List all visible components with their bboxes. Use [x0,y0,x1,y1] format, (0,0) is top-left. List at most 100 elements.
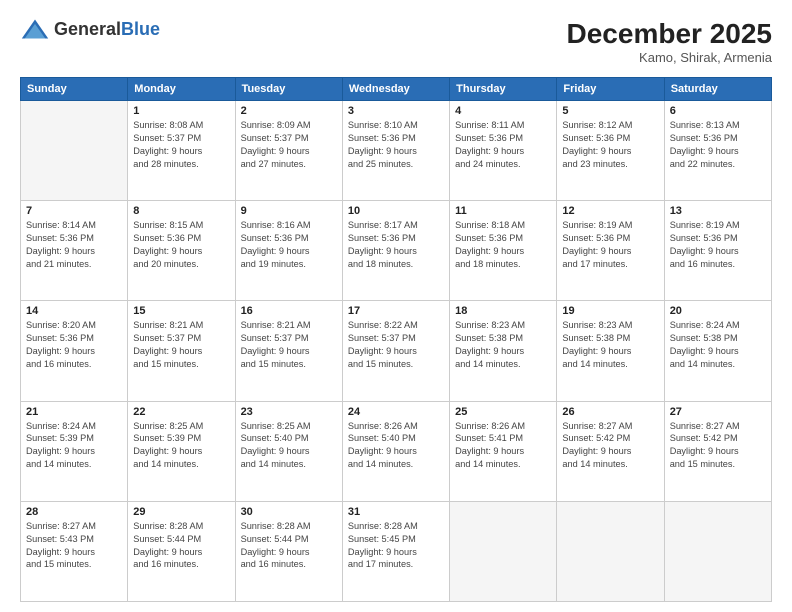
page: GeneralBlue December 2025 Kamo, Shirak, … [0,0,792,612]
day-info: Sunrise: 8:19 AM Sunset: 5:36 PM Dayligh… [670,219,766,271]
day-number: 25 [455,406,551,418]
day-of-week-saturday: Saturday [664,78,771,101]
day-number: 30 [241,506,337,518]
day-number: 28 [26,506,122,518]
calendar-cell: 17 Sunrise: 8:22 AM Sunset: 5:37 PM Dayli… [342,301,449,401]
day-number: 8 [133,205,229,217]
day-number: 2 [241,105,337,117]
calendar-cell: 4Sunrise: 8:11 AM Sunset: 5:36 PM Daylig… [450,101,557,201]
day-number: 3 [348,105,444,117]
day-info: Sunrise: 8:08 AM Sunset: 5:37 PM Dayligh… [133,119,229,171]
day-info: Sunrise: 8:23 AM Sunset: 5:38 PM Dayligh… [455,319,551,371]
location: Kamo, Shirak, Armenia [567,50,772,65]
calendar-cell: 7 Sunrise: 8:14 AM Sunset: 5:36 PM Daylig… [21,201,128,301]
day-info: Sunrise: 8:19 AM Sunset: 5:36 PM Dayligh… [562,219,658,271]
calendar-cell [664,501,771,601]
calendar-cell: 21 Sunrise: 8:24 AM Sunset: 5:39 PM Dayli… [21,401,128,501]
day-info: Sunrise: 8:13 AM Sunset: 5:36 PM Dayligh… [670,119,766,171]
day-info: Sunrise: 8:24 AM Sunset: 5:38 PM Dayligh… [670,319,766,371]
calendar-cell: 22 Sunrise: 8:25 AM Sunset: 5:39 PM Dayli… [128,401,235,501]
calendar-week-row: 21 Sunrise: 8:24 AM Sunset: 5:39 PM Dayli… [21,401,772,501]
calendar-week-row: 1 Sunrise: 8:08 AM Sunset: 5:37 PM Daylig… [21,101,772,201]
day-number: 29 [133,506,229,518]
day-number: 20 [670,305,766,317]
day-info: Sunrise: 8:14 AM Sunset: 5:36 PM Dayligh… [26,219,122,271]
day-number: 9 [241,205,337,217]
day-number: 26 [562,406,658,418]
day-of-week-monday: Monday [128,78,235,101]
calendar-cell: 2Sunrise: 8:09 AM Sunset: 5:37 PM Daylig… [235,101,342,201]
calendar-cell: 11Sunrise: 8:18 AM Sunset: 5:36 PM Dayli… [450,201,557,301]
calendar-cell: 8Sunrise: 8:15 AM Sunset: 5:36 PM Daylig… [128,201,235,301]
logo-blue-text: Blue [121,19,160,40]
day-info: Sunrise: 8:12 AM Sunset: 5:36 PM Dayligh… [562,119,658,171]
calendar-cell: 18 Sunrise: 8:23 AM Sunset: 5:38 PM Dayli… [450,301,557,401]
day-info: Sunrise: 8:24 AM Sunset: 5:39 PM Dayligh… [26,420,122,472]
title-section: December 2025 Kamo, Shirak, Armenia [567,18,772,65]
calendar-cell [557,501,664,601]
header: GeneralBlue December 2025 Kamo, Shirak, … [20,18,772,65]
day-number: 1 [133,105,229,117]
calendar-cell: 31 Sunrise: 8:28 AM Sunset: 5:45 PM Dayli… [342,501,449,601]
calendar-cell: 5 Sunrise: 8:12 AM Sunset: 5:36 PM Daylig… [557,101,664,201]
day-number: 19 [562,305,658,317]
calendar-week-row: 7 Sunrise: 8:14 AM Sunset: 5:36 PM Daylig… [21,201,772,301]
day-of-week-friday: Friday [557,78,664,101]
calendar-table: SundayMondayTuesdayWednesdayThursdayFrid… [20,77,772,602]
day-info: Sunrise: 8:25 AM Sunset: 5:39 PM Dayligh… [133,420,229,472]
logo-general-text: General [54,19,121,40]
day-info: Sunrise: 8:26 AM Sunset: 5:41 PM Dayligh… [455,420,551,472]
day-number: 5 [562,105,658,117]
calendar-cell: 14Sunrise: 8:20 AM Sunset: 5:36 PM Dayli… [21,301,128,401]
calendar-cell: 24Sunrise: 8:26 AM Sunset: 5:40 PM Dayli… [342,401,449,501]
month-title: December 2025 [567,18,772,50]
calendar-header-row: SundayMondayTuesdayWednesdayThursdayFrid… [21,78,772,101]
day-info: Sunrise: 8:16 AM Sunset: 5:36 PM Dayligh… [241,219,337,271]
day-of-week-wednesday: Wednesday [342,78,449,101]
day-of-week-sunday: Sunday [21,78,128,101]
day-number: 10 [348,205,444,217]
day-number: 6 [670,105,766,117]
day-info: Sunrise: 8:26 AM Sunset: 5:40 PM Dayligh… [348,420,444,472]
calendar-cell: 16Sunrise: 8:21 AM Sunset: 5:37 PM Dayli… [235,301,342,401]
logo-icon [20,18,50,40]
day-info: Sunrise: 8:10 AM Sunset: 5:36 PM Dayligh… [348,119,444,171]
day-number: 18 [455,305,551,317]
calendar-week-row: 28 Sunrise: 8:27 AM Sunset: 5:43 PM Dayli… [21,501,772,601]
calendar-cell: 1 Sunrise: 8:08 AM Sunset: 5:37 PM Daylig… [128,101,235,201]
day-number: 12 [562,205,658,217]
day-number: 13 [670,205,766,217]
calendar-cell [450,501,557,601]
day-number: 22 [133,406,229,418]
day-number: 23 [241,406,337,418]
calendar-cell: 20 Sunrise: 8:24 AM Sunset: 5:38 PM Dayli… [664,301,771,401]
day-number: 27 [670,406,766,418]
day-number: 16 [241,305,337,317]
day-info: Sunrise: 8:23 AM Sunset: 5:38 PM Dayligh… [562,319,658,371]
calendar-cell: 9 Sunrise: 8:16 AM Sunset: 5:36 PM Daylig… [235,201,342,301]
calendar-cell: 23 Sunrise: 8:25 AM Sunset: 5:40 PM Dayli… [235,401,342,501]
day-info: Sunrise: 8:28 AM Sunset: 5:44 PM Dayligh… [241,520,337,572]
calendar-cell: 26 Sunrise: 8:27 AM Sunset: 5:42 PM Dayli… [557,401,664,501]
day-info: Sunrise: 8:25 AM Sunset: 5:40 PM Dayligh… [241,420,337,472]
calendar-cell: 3 Sunrise: 8:10 AM Sunset: 5:36 PM Daylig… [342,101,449,201]
day-number: 17 [348,305,444,317]
day-info: Sunrise: 8:17 AM Sunset: 5:36 PM Dayligh… [348,219,444,271]
day-info: Sunrise: 8:22 AM Sunset: 5:37 PM Dayligh… [348,319,444,371]
day-number: 7 [26,205,122,217]
day-info: Sunrise: 8:27 AM Sunset: 5:43 PM Dayligh… [26,520,122,572]
calendar-cell: 19 Sunrise: 8:23 AM Sunset: 5:38 PM Dayli… [557,301,664,401]
day-number: 21 [26,406,122,418]
calendar-cell [21,101,128,201]
calendar-cell: 28 Sunrise: 8:27 AM Sunset: 5:43 PM Dayli… [21,501,128,601]
day-info: Sunrise: 8:27 AM Sunset: 5:42 PM Dayligh… [562,420,658,472]
calendar-cell: 27Sunrise: 8:27 AM Sunset: 5:42 PM Dayli… [664,401,771,501]
calendar-cell: 25 Sunrise: 8:26 AM Sunset: 5:41 PM Dayli… [450,401,557,501]
calendar-week-row: 14Sunrise: 8:20 AM Sunset: 5:36 PM Dayli… [21,301,772,401]
day-of-week-tuesday: Tuesday [235,78,342,101]
day-number: 11 [455,205,551,217]
day-number: 31 [348,506,444,518]
calendar-cell: 10 Sunrise: 8:17 AM Sunset: 5:36 PM Dayli… [342,201,449,301]
logo: GeneralBlue [20,18,160,40]
day-info: Sunrise: 8:28 AM Sunset: 5:45 PM Dayligh… [348,520,444,572]
